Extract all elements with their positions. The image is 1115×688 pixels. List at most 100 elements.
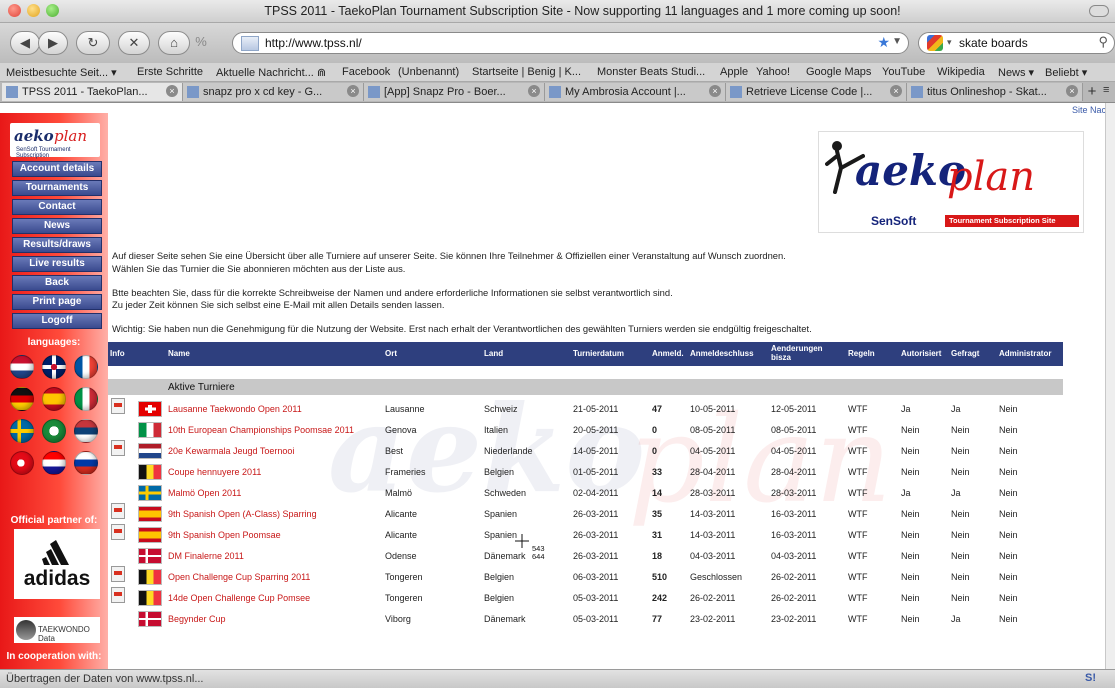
new-tab-button[interactable]: + <box>1085 84 1099 100</box>
bookmark-star-icon[interactable]: ★ <box>877 34 890 51</box>
bookmark-youtube[interactable]: YouTube <box>882 66 925 78</box>
url-input[interactable]: http://www.tpss.nl/ <box>265 36 362 50</box>
bookmark-yahoo[interactable]: Yahoo! <box>756 66 790 78</box>
language-french-flag-icon[interactable] <box>74 355 98 379</box>
nav-tournaments[interactable]: Tournaments <box>12 180 102 196</box>
url-history-dropdown-icon[interactable]: ▼ <box>892 36 902 47</box>
forward-button[interactable]: ▶ <box>38 31 68 55</box>
bookmark-monster-beats[interactable]: Monster Beats Studi... <box>597 66 705 78</box>
bookmark-wikipedia[interactable]: Wikipedia <box>937 66 985 78</box>
extension-button[interactable]: % <box>193 31 209 53</box>
language-spanish-flag-icon[interactable] <box>42 387 66 411</box>
tournament-name-link[interactable]: 9th Spanish Open Poomsae <box>168 530 281 540</box>
bookmark-news-folder[interactable]: News ▾ <box>998 66 1034 79</box>
pdf-info-icon[interactable] <box>111 503 125 519</box>
tab-ambrosia[interactable]: My Ambrosia Account |... × <box>545 83 726 101</box>
col-aenderungen[interactable]: Aenderungen bisza <box>771 344 823 362</box>
col-administrator[interactable]: Administrator <box>999 349 1051 358</box>
table-row[interactable]: DM Finalerne 2011 Odense Dänemark 26-03-201… <box>108 545 1063 566</box>
zoom-window-button[interactable] <box>46 4 59 17</box>
col-name[interactable]: Name <box>168 349 190 358</box>
close-window-button[interactable] <box>8 4 21 17</box>
pdf-info-icon[interactable] <box>111 524 125 540</box>
url-bar[interactable]: http://www.tpss.nl/ ★ ▼ <box>232 32 909 54</box>
table-row[interactable]: Open Challenge Cup Sparring 2011 Tongeren… <box>108 566 1063 587</box>
tab-snapz-key[interactable]: snapz pro x cd key - G... × <box>183 83 364 101</box>
nav-print-page[interactable]: Print page <box>12 294 102 310</box>
stop-button[interactable]: ✕ <box>118 31 150 55</box>
tab-titus[interactable]: titus Onlineshop - Skat... × <box>907 83 1083 101</box>
tournament-name-link[interactable]: 10th European Championships Poomsae 2011 <box>168 425 354 435</box>
close-tab-icon[interactable]: × <box>709 85 721 97</box>
status-addon-icon[interactable]: S! <box>1085 672 1096 684</box>
language-russian-flag-icon[interactable] <box>74 451 98 475</box>
tab-license[interactable]: Retrieve License Code |... × <box>726 83 907 101</box>
table-row[interactable]: 9th Spanish Open (A-Class) Sparring Alica… <box>108 503 1063 524</box>
google-search-engine-icon[interactable] <box>927 35 943 51</box>
home-button[interactable]: ⌂ <box>158 31 190 55</box>
tournament-name-link[interactable]: 20e Kewarmala Jeugd Toernooi <box>168 446 294 456</box>
table-row[interactable]: 20e Kewarmala Jeugd Toernooi Best Niederla… <box>108 440 1063 461</box>
close-tab-icon[interactable]: × <box>347 85 359 97</box>
tournament-name-link[interactable]: DM Finalerne 2011 <box>168 551 244 561</box>
page-scrollbar[interactable] <box>1105 103 1115 669</box>
col-info[interactable]: Info <box>110 349 125 358</box>
close-tab-icon[interactable]: × <box>166 85 178 97</box>
bookmark-apple[interactable]: Apple <box>720 66 748 78</box>
table-row[interactable]: Malmö Open 2011 Malmö Schweden 02-04-2011 14… <box>108 482 1063 503</box>
col-land[interactable]: Land <box>484 349 503 358</box>
language-serbian-flag-icon[interactable] <box>74 419 98 443</box>
bookmark-popular-folder[interactable]: Beliebt ▾ <box>1045 66 1087 79</box>
bookmark-facebook[interactable]: Facebook <box>342 66 390 78</box>
bookmark-most-visited[interactable]: Meistbesuchte Seit... ▾ <box>6 66 117 79</box>
tournament-name-link[interactable]: Malmö Open 2011 <box>168 488 241 498</box>
nav-news[interactable]: News <box>12 218 102 234</box>
close-tab-icon[interactable]: × <box>528 85 540 97</box>
table-row[interactable]: Begynder Cup Viborg Dänemark 05-03-2011 77 23… <box>108 608 1063 629</box>
nav-back[interactable]: Back <box>12 275 102 291</box>
taekwondo-data-logo[interactable]: TAEKWONDO Data <box>14 617 100 643</box>
bookmark-first-steps[interactable]: Erste Schritte <box>137 66 203 78</box>
bookmark-unnamed[interactable]: (Unbenannt) <box>398 66 459 78</box>
language-english-flag-icon[interactable] <box>42 355 66 379</box>
tournament-name-link[interactable]: Coupe hennuyere 2011 <box>168 467 261 477</box>
search-input[interactable]: skate boards <box>959 36 1028 50</box>
search-engine-dropdown-icon[interactable]: ▾ <box>947 37 952 48</box>
reload-button[interactable]: ↻ <box>76 31 110 55</box>
nav-account-details[interactable]: Account details <box>12 161 102 177</box>
language-turkish-flag-icon[interactable] <box>10 451 34 475</box>
bookmark-startseite[interactable]: Startseite | Benig | K... <box>472 66 581 78</box>
back-button[interactable]: ◀ <box>10 31 40 55</box>
pdf-info-icon[interactable] <box>111 587 125 603</box>
table-row[interactable]: Coupe hennuyere 2011 Frameries Belgien 01-0… <box>108 461 1063 482</box>
tab-list-icon[interactable]: ≡ <box>1103 84 1109 96</box>
nav-contact[interactable]: Contact <box>12 199 102 215</box>
toolbar-toggle-button[interactable] <box>1089 5 1109 17</box>
language-portuguese-flag-icon[interactable] <box>42 419 66 443</box>
adidas-logo[interactable]: adidas <box>14 529 100 599</box>
close-tab-icon[interactable]: × <box>890 85 902 97</box>
language-croatian-flag-icon[interactable] <box>42 451 66 475</box>
nav-results-draws[interactable]: Results/draws <box>12 237 102 253</box>
language-german-flag-icon[interactable] <box>10 387 34 411</box>
nav-live-results[interactable]: Live results <box>12 256 102 272</box>
col-regeln[interactable]: Regeln <box>848 349 875 358</box>
pdf-info-icon[interactable] <box>111 440 125 456</box>
tournament-name-link[interactable]: Open Challenge Cup Sparring 2011 <box>168 572 310 582</box>
search-bar[interactable]: ▾ skate boards ⚲ <box>918 32 1115 54</box>
table-row[interactable]: 10th European Championships Poomsae 2011… <box>108 419 1063 440</box>
col-ort[interactable]: Ort <box>385 349 397 358</box>
tournament-name-link[interactable]: Begynder Cup <box>168 614 226 624</box>
col-anmeld[interactable]: Anmeld. <box>652 349 684 358</box>
tab-snapz-app[interactable]: [App] Snapz Pro - Boer... × <box>364 83 545 101</box>
tab-tpss[interactable]: TPSS 2011 - TaekoPlan... × <box>2 83 183 101</box>
tournament-name-link[interactable]: 14de Open Challenge Cup Pomsee <box>168 593 310 603</box>
close-tab-icon[interactable]: × <box>1066 85 1078 97</box>
nav-logoff[interactable]: Logoff <box>12 313 102 329</box>
language-italian-flag-icon[interactable] <box>74 387 98 411</box>
col-anmeldeschluss[interactable]: Anmeldeschluss <box>690 349 754 358</box>
col-autorisiert[interactable]: Autorisiert <box>901 349 941 358</box>
tournament-name-link[interactable]: 9th Spanish Open (A-Class) Sparring <box>168 509 317 519</box>
pdf-info-icon[interactable] <box>111 398 125 414</box>
language-dutch-flag-icon[interactable] <box>10 355 34 379</box>
